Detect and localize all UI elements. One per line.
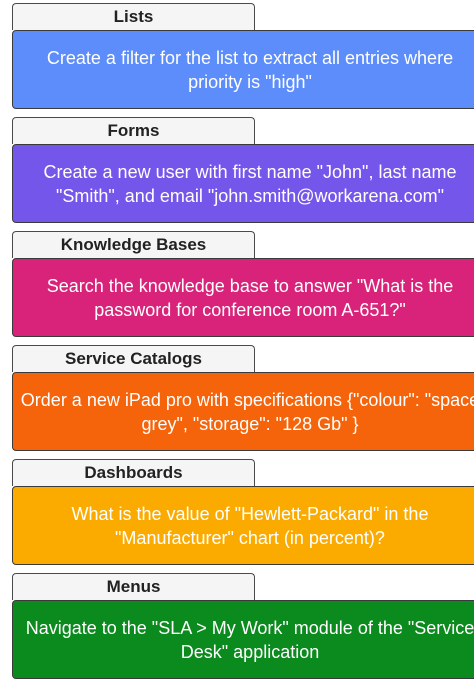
card-knowledge-bases-text: Search the knowledge base to answer "Wha…: [46, 275, 454, 320]
tab-lists: Lists: [12, 3, 255, 30]
tab-forms: Forms: [12, 117, 255, 144]
group-lists: Lists Create a filter for the list to ex…: [0, 3, 474, 109]
card-dashboards-text: What is the value of "Hewlett-Packard" i…: [71, 503, 429, 548]
group-dashboards: Dashboards What is the value of "Hewlett…: [0, 459, 474, 565]
card-menus-text: Navigate to the "SLA > My Work" module o…: [25, 617, 474, 662]
card-lists: Create a filter for the list to extract …: [12, 30, 474, 109]
card-service-catalogs: Order a new iPad pro with specifications…: [12, 372, 474, 451]
card-menus: Navigate to the "SLA > My Work" module o…: [12, 600, 474, 679]
tab-knowledge-bases: Knowledge Bases: [12, 231, 255, 258]
group-service-catalogs: Service Catalogs Order a new iPad pro wi…: [0, 345, 474, 451]
tab-service-catalogs: Service Catalogs: [12, 345, 255, 372]
card-forms-text: Create a new user with first name "John"…: [43, 161, 457, 206]
tab-dashboards: Dashboards: [12, 459, 255, 486]
card-dashboards: What is the value of "Hewlett-Packard" i…: [12, 486, 474, 565]
group-forms: Forms Create a new user with first name …: [0, 117, 474, 223]
group-menus: Menus Navigate to the "SLA > My Work" mo…: [0, 573, 474, 679]
card-lists-text: Create a filter for the list to extract …: [46, 47, 454, 92]
card-service-catalogs-text: Order a new iPad pro with specifications…: [20, 389, 474, 434]
card-forms: Create a new user with first name "John"…: [12, 144, 474, 223]
card-knowledge-bases: Search the knowledge base to answer "Wha…: [12, 258, 474, 337]
tab-menus: Menus: [12, 573, 255, 600]
group-knowledge-bases: Knowledge Bases Search the knowledge bas…: [0, 231, 474, 337]
